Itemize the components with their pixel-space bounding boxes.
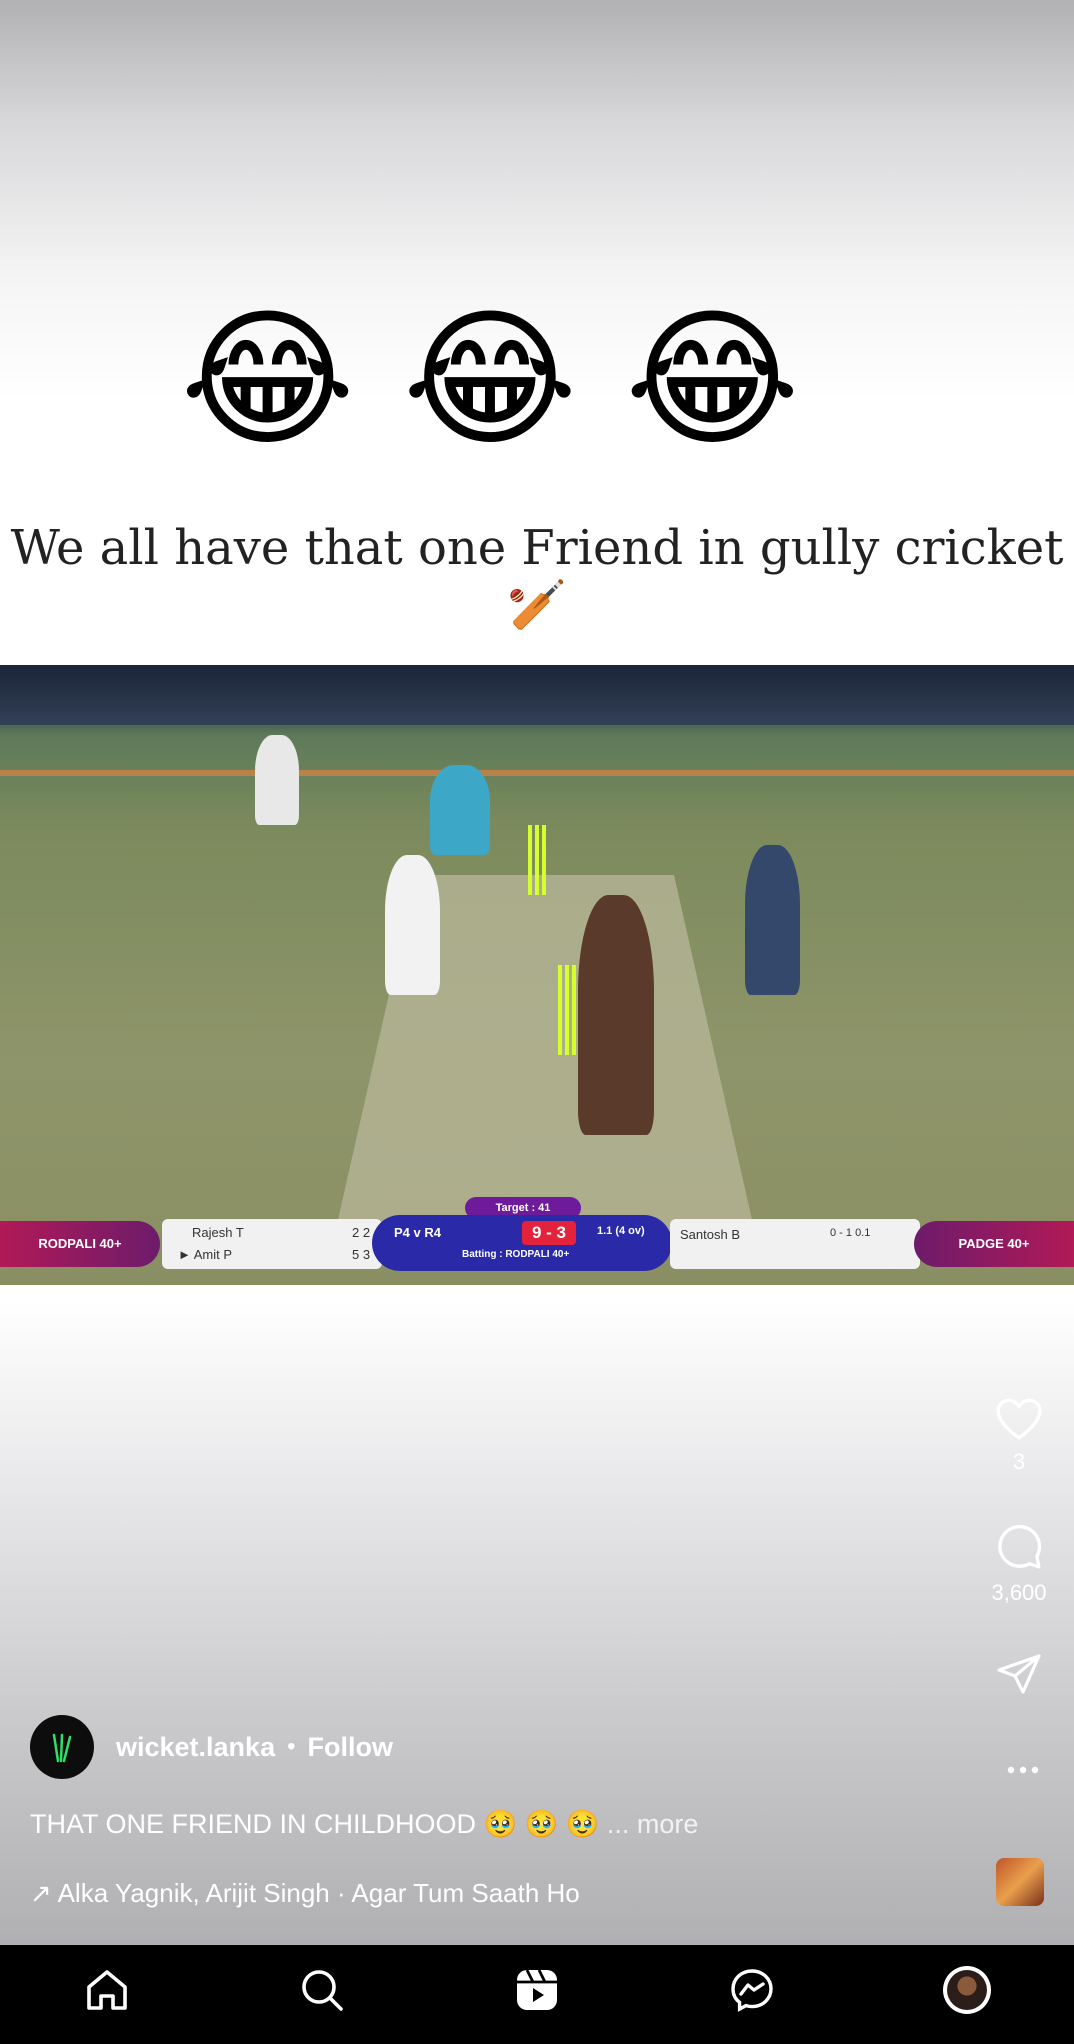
cricket-video[interactable]: Target : 41 RODPALI 40+ Rajesh T 2 2 ► A… bbox=[0, 665, 1074, 1285]
nav-search[interactable] bbox=[282, 1950, 362, 2030]
bowler-name: Santosh B bbox=[680, 1227, 740, 1242]
match-label: P4 v R4 bbox=[394, 1225, 441, 1240]
batsman2-stats: 5 3 bbox=[352, 1247, 371, 1262]
comment-icon[interactable] bbox=[994, 1522, 1044, 1572]
wicket-logo-icon bbox=[52, 1733, 72, 1763]
share-action[interactable] bbox=[964, 1650, 1074, 1698]
like-action[interactable]: 3 bbox=[964, 1395, 1074, 1475]
caption-text: THAT ONE FRIEND IN CHILDHOOD 🥹 🥹 🥹 bbox=[30, 1809, 600, 1839]
search-icon[interactable] bbox=[298, 1966, 346, 2014]
nav-messages[interactable] bbox=[712, 1950, 792, 2030]
music-attribution[interactable]: ↗ Alka Yagnik, Arijit Singh · Agar Tum S… bbox=[30, 1878, 580, 1909]
batsman bbox=[430, 765, 490, 855]
overlay-headline: We all have that one Friend in gully cri… bbox=[10, 520, 1064, 633]
nav-profile[interactable] bbox=[927, 1950, 1007, 2030]
team-right: PADGE 40+ bbox=[914, 1221, 1074, 1267]
profile-avatar[interactable] bbox=[942, 1965, 991, 2014]
laughing-emoji: 😂 bbox=[402, 293, 578, 467]
batsman2-name: ► Amit P bbox=[178, 1247, 233, 1262]
batting-team: Batting : RODPALI 40+ bbox=[462, 1249, 570, 1260]
reel-viewer[interactable]: 😂 😂 😂 We all have that one Friend in gul… bbox=[0, 0, 1074, 1945]
batsman1-stats: 2 2 bbox=[352, 1225, 371, 1240]
overs: 1.1 (4 ov) bbox=[597, 1225, 645, 1237]
caption-more-link[interactable]: ... more bbox=[607, 1809, 699, 1839]
author-avatar[interactable] bbox=[30, 1715, 94, 1779]
stadium-background bbox=[0, 665, 1074, 725]
share-icon[interactable] bbox=[995, 1650, 1043, 1698]
team-left: RODPALI 40+ bbox=[0, 1221, 160, 1267]
caption[interactable]: THAT ONE FRIEND IN CHILDHOOD 🥹 🥹 🥹 ... m… bbox=[30, 1808, 698, 1840]
heart-icon[interactable] bbox=[994, 1395, 1044, 1441]
laughing-emoji: 😂 bbox=[180, 293, 356, 467]
far-stumps bbox=[528, 825, 546, 895]
non-striker bbox=[745, 845, 800, 995]
nav-home[interactable] bbox=[67, 1950, 147, 2030]
more-options[interactable] bbox=[1006, 1762, 1040, 1780]
separator-dot: • bbox=[287, 1733, 296, 1760]
author-handle[interactable]: wicket.lanka bbox=[116, 1732, 275, 1763]
more-dots-icon[interactable] bbox=[1006, 1765, 1040, 1775]
score-panel: P4 v R4 9 - 3 1.1 (4 ov) Batting : RODPA… bbox=[372, 1215, 672, 1271]
audio-album-art[interactable] bbox=[996, 1858, 1044, 1906]
bowler-panel: Santosh B 0 - 1 0.1 bbox=[670, 1219, 920, 1269]
score: 9 - 3 bbox=[522, 1221, 577, 1245]
bottom-navigation bbox=[0, 1945, 1074, 2044]
follow-button[interactable]: Follow bbox=[308, 1732, 393, 1763]
comment-action[interactable]: 3,600 bbox=[964, 1522, 1074, 1606]
batsmen-panel: Rajesh T 2 2 ► Amit P 5 3 bbox=[162, 1219, 382, 1269]
near-stumps bbox=[558, 965, 576, 1055]
comment-count: 3,600 bbox=[991, 1580, 1047, 1605]
umpire bbox=[578, 895, 654, 1135]
scoreboard: RODPALI 40+ Rajesh T 2 2 ► Amit P 5 3 P4… bbox=[0, 1215, 1074, 1271]
nav-reels[interactable] bbox=[497, 1950, 577, 2030]
bowler-stats: 0 - 1 0.1 bbox=[830, 1227, 871, 1239]
author-row: wicket.lanka • Follow bbox=[30, 1715, 393, 1779]
like-count: 3 bbox=[1012, 1449, 1026, 1474]
messenger-icon[interactable] bbox=[728, 1966, 776, 2014]
home-icon[interactable] bbox=[83, 1966, 131, 2014]
emoji-row: 😂 😂 😂 bbox=[180, 300, 800, 460]
fielder bbox=[255, 735, 299, 825]
reels-icon[interactable] bbox=[513, 1966, 561, 2014]
laughing-emoji: 😂 bbox=[624, 293, 800, 467]
bowler-player bbox=[385, 855, 440, 995]
boundary-line bbox=[0, 770, 1074, 776]
batsman1-name: Rajesh T bbox=[192, 1225, 244, 1240]
